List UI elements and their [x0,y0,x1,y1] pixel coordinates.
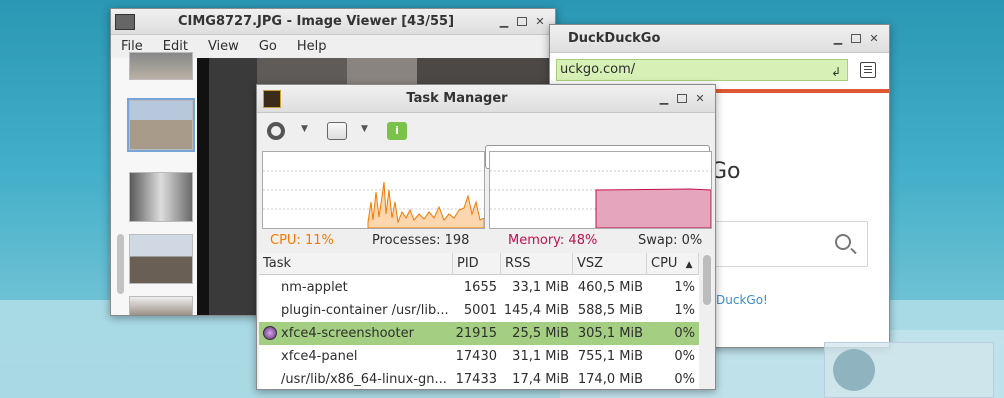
background-app-thumbnail [824,342,994,398]
swap-stat: Swap: 0% [638,233,703,248]
column-vsz[interactable]: VSZ [573,253,647,275]
info-icon[interactable]: i [387,122,407,140]
thumbnail-scrollbar[interactable] [117,234,124,294]
url-text: uckgo.com/ [560,62,636,77]
close-icon[interactable]: ✕ [693,92,707,106]
column-cpu[interactable]: CPU ▲ [647,253,699,275]
task-vsz: 174,0 MiB [577,372,643,387]
maximize-icon[interactable] [677,93,687,103]
process-table: Task PID RSS VSZ CPU ▲ nm-applet 1655 33… [259,253,699,389]
thumbnail[interactable] [129,172,193,222]
viewer-title: CIMG8727.JPG - Image Viewer [43/55] [177,14,455,29]
column-rss[interactable]: RSS [501,253,573,275]
task-rss: 31,1 MiB [512,349,569,364]
task-name: plugin-container /usr/lib... [281,303,449,318]
thumbnail[interactable] [127,98,195,152]
task-cpu: 0% [674,326,695,341]
thumbnail-pane [111,52,197,315]
url-bar[interactable]: uckgo.com/ ↲ [556,59,848,81]
task-pid: 17430 [455,349,497,364]
task-vsz: 460,5 MiB [577,280,643,295]
menu-go[interactable]: Go [259,36,277,58]
graphs-area: CPU: 11% Processes: 198 Memory: 48% Swap… [262,151,712,251]
column-pid[interactable]: PID [453,253,501,275]
sort-up-icon: ▲ [685,260,693,270]
table-scrollbar[interactable] [703,255,711,305]
thumbnail[interactable] [129,52,193,80]
viewer-titlebar[interactable]: CIMG8727.JPG - Image Viewer [43/55] ▁ ✕ [111,9,555,35]
task-rss: 25,5 MiB [512,326,569,341]
tm-title: Task Manager [406,91,508,106]
task-pid: 21915 [455,326,497,341]
task-cpu: 1% [674,280,695,295]
columns-icon[interactable] [327,122,347,140]
table-row[interactable]: xfce4-panel 17430 31,1 MiB 755,1 MiB 0% [259,345,699,368]
memory-usage-area [595,188,711,228]
mascot-icon [833,349,875,391]
task-cpu: 0% [674,372,695,387]
task-cpu: 1% [674,303,695,318]
ddg-link[interactable]: DuckGo! [716,293,768,307]
search-icon[interactable] [835,234,851,250]
minimize-icon[interactable]: ▁ [831,32,845,46]
task-pid: 17433 [455,372,497,387]
processes-stat: Processes: 198 [372,233,470,248]
viewer-app-icon [115,13,135,30]
chevron-down-icon[interactable]: ▼ [361,124,381,142]
close-icon[interactable]: ✕ [867,32,881,46]
menu-view[interactable]: View [208,36,239,58]
cpu-usage-area [367,181,484,228]
browser-title: DuckDuckGo [568,31,661,46]
maximize-icon[interactable] [517,16,527,26]
task-cpu: 0% [674,349,695,364]
task-name: /usr/lib/x86_64-linux-gn... [281,372,447,387]
task-vsz: 305,1 MiB [577,326,643,341]
chevron-down-icon[interactable]: ▼ [301,124,321,142]
task-manager-window: Task Manager ▁ ✕ ▼ ▼ i ⌫ [256,84,716,390]
minimize-icon[interactable]: ▁ [497,15,511,29]
table-row[interactable]: plugin-container /usr/lib... 5001 145,4 … [259,299,699,322]
task-name: xfce4-screenshooter [281,326,414,341]
memory-graph-svg [490,170,711,228]
settings-gear-icon[interactable] [267,122,285,140]
thumbnail[interactable] [129,296,193,315]
table-header: Task PID RSS VSZ CPU ▲ [259,253,699,275]
minimize-icon[interactable]: ▁ [657,92,671,106]
close-icon[interactable]: ✕ [533,15,547,29]
column-cpu-label: CPU [651,256,678,271]
maximize-icon[interactable] [851,33,861,43]
task-rss: 17,4 MiB [512,372,569,387]
cpu-stat: CPU: 11% [270,233,334,248]
table-row[interactable]: nm-applet 1655 33,1 MiB 460,5 MiB 1% [259,276,699,299]
cpu-graph-svg [263,170,484,228]
go-icon[interactable]: ↲ [831,62,841,82]
thumbnail[interactable] [129,234,193,284]
task-vsz: 588,5 MiB [577,303,643,318]
tm-titlebar[interactable]: Task Manager ▁ ✕ [257,85,715,113]
tm-toolbar: ▼ ▼ i ⌫ [257,112,715,169]
task-vsz: 755,1 MiB [577,349,643,364]
cpu-graph [262,151,485,229]
browser-titlebar[interactable]: DuckDuckGo ▁ ✕ [550,25,889,53]
table-row-selected[interactable]: xfce4-screenshooter 21915 25,5 MiB 305,1… [259,322,699,345]
column-task[interactable]: Task [259,253,453,275]
task-name: xfce4-panel [281,349,358,364]
memory-graph [489,151,712,229]
menu-help[interactable]: Help [297,36,327,58]
task-pid: 1655 [463,280,497,295]
task-rss: 145,4 MiB [503,303,569,318]
task-rss: 33,1 MiB [512,280,569,295]
table-row[interactable]: /usr/lib/x86_64-linux-gn... 17433 17,4 M… [259,368,699,389]
memory-stat: Memory: 48% [508,233,598,248]
task-manager-icon [263,90,281,108]
menu-icon[interactable] [860,62,876,78]
task-pid: 5001 [463,303,497,318]
ddg-search-box[interactable] [710,221,868,267]
task-name: nm-applet [281,280,348,295]
